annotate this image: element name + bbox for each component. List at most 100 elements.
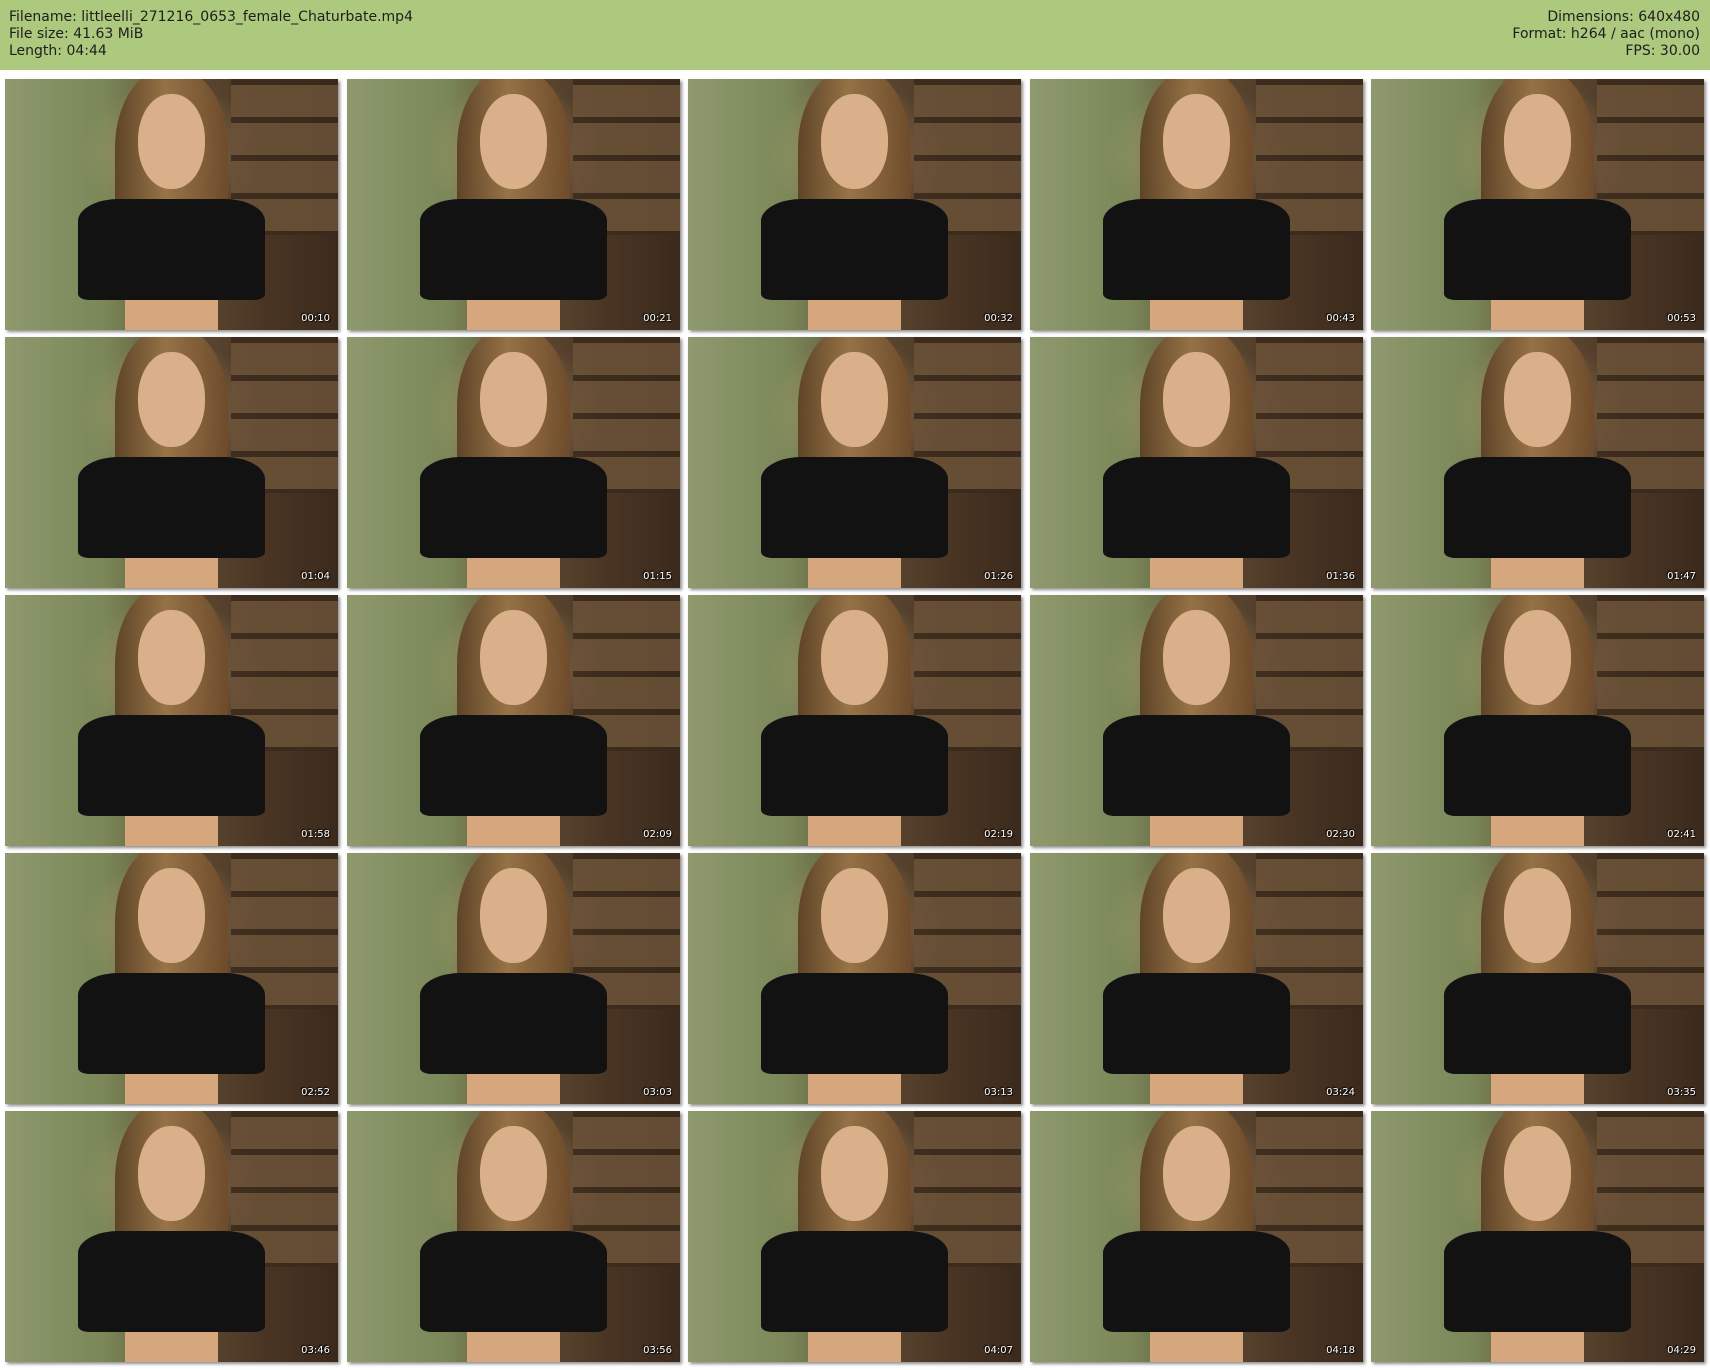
thumbnail-skin <box>124 815 219 846</box>
thumbnail-timestamp: 02:41 <box>1667 829 1696 840</box>
thumbnail-timestamp: 04:18 <box>1326 1345 1355 1356</box>
thumbnail-top <box>78 1231 265 1332</box>
thumbnail-skin <box>807 299 902 330</box>
thumbnail-top <box>1103 1231 1290 1332</box>
video-thumbnail: 00:10 <box>5 79 338 330</box>
video-thumbnail: 02:19 <box>688 595 1021 846</box>
video-thumbnail: 00:32 <box>688 79 1021 330</box>
thumbnail-skin <box>1490 299 1585 330</box>
thumbnail-skin <box>1149 1331 1244 1362</box>
thumbnail-face <box>138 610 205 706</box>
thumbnail-timestamp: 01:26 <box>984 571 1013 582</box>
video-thumbnail: 04:18 <box>1030 1111 1363 1362</box>
thumbnail-skin <box>466 1073 561 1104</box>
thumbnail-skin <box>1490 1331 1585 1362</box>
video-thumbnail: 01:58 <box>5 595 338 846</box>
thumbnail-skin <box>807 1331 902 1362</box>
thumbnail-face <box>138 1126 205 1222</box>
thumbnail-timestamp: 03:46 <box>301 1345 330 1356</box>
thumbnail-top <box>420 1231 607 1332</box>
thumbnail-skin <box>807 557 902 588</box>
fps-text: FPS: 30.00 <box>1625 43 1700 59</box>
thumbnail-timestamp: 01:58 <box>301 829 330 840</box>
thumbnail-face <box>480 352 547 448</box>
thumbnail-skin <box>124 1331 219 1362</box>
thumbnail-skin <box>807 815 902 846</box>
thumbnail-face <box>138 352 205 448</box>
thumbnail-top <box>1103 715 1290 816</box>
thumbnail-face <box>821 1126 888 1222</box>
video-thumbnail: 03:13 <box>688 853 1021 1104</box>
video-thumbnail: 00:43 <box>1030 79 1363 330</box>
thumbnail-top <box>761 1231 948 1332</box>
thumbnail-top <box>761 199 948 300</box>
thumbnail-timestamp: 01:36 <box>1326 571 1355 582</box>
thumbnail-face <box>1163 610 1230 706</box>
video-thumbnail: 03:24 <box>1030 853 1363 1104</box>
thumbnail-top <box>78 457 265 558</box>
thumbnail-skin <box>466 557 561 588</box>
thumbnail-face <box>1163 352 1230 448</box>
thumbnail-skin <box>124 1073 219 1104</box>
video-thumbnail: 00:53 <box>1371 79 1704 330</box>
video-thumbnail: 04:07 <box>688 1111 1021 1362</box>
thumbnail-grid: 00:10 00:21 00:32 00:43 00:53 01:04 01:15 01:26… <box>5 79 1706 1366</box>
thumbnail-top <box>420 973 607 1074</box>
thumbnail-timestamp: 03:03 <box>643 1087 672 1098</box>
thumbnail-skin <box>466 1331 561 1362</box>
thumbnail-face <box>480 94 547 190</box>
thumbnail-skin <box>1149 1073 1244 1104</box>
file-size-text: File size: 41.63 MiB <box>9 26 144 42</box>
thumbnail-face <box>138 94 205 190</box>
thumbnail-timestamp: 02:09 <box>643 829 672 840</box>
thumbnail-top <box>1444 457 1631 558</box>
thumbnail-skin <box>1490 815 1585 846</box>
video-thumbnail: 01:36 <box>1030 337 1363 588</box>
thumbnail-top <box>1103 973 1290 1074</box>
video-thumbnail: 02:52 <box>5 853 338 1104</box>
thumbnail-face <box>1504 610 1571 706</box>
thumbnail-timestamp: 00:10 <box>301 313 330 324</box>
video-thumbnail: 03:46 <box>5 1111 338 1362</box>
video-thumbnail: 03:35 <box>1371 853 1704 1104</box>
thumbnail-timestamp: 01:47 <box>1667 571 1696 582</box>
thumbnail-face <box>1504 1126 1571 1222</box>
thumbnail-face <box>1504 352 1571 448</box>
thumbnail-face <box>821 868 888 964</box>
thumbnail-face <box>821 610 888 706</box>
thumbnail-skin <box>124 557 219 588</box>
thumbnail-timestamp: 02:19 <box>984 829 1013 840</box>
video-thumbnail: 01:26 <box>688 337 1021 588</box>
thumbnail-face <box>1163 868 1230 964</box>
video-thumbnail: 02:09 <box>347 595 680 846</box>
thumbnail-top <box>1444 199 1631 300</box>
thumbnail-timestamp: 01:15 <box>643 571 672 582</box>
thumbnail-face <box>821 94 888 190</box>
meta-left: Filename: littleelli_271216_0653_female_… <box>9 9 413 60</box>
thumbnail-timestamp: 03:56 <box>643 1345 672 1356</box>
thumbnail-face <box>821 352 888 448</box>
thumbnail-timestamp: 04:29 <box>1667 1345 1696 1356</box>
video-thumbnail: 01:15 <box>347 337 680 588</box>
thumbnail-top <box>420 199 607 300</box>
thumbnail-skin <box>466 815 561 846</box>
thumbnail-skin <box>124 299 219 330</box>
thumbnail-top <box>78 973 265 1074</box>
video-thumbnail: 00:21 <box>347 79 680 330</box>
thumbnail-top <box>1103 457 1290 558</box>
thumbnail-skin <box>1490 1073 1585 1104</box>
thumbnail-timestamp: 01:04 <box>301 571 330 582</box>
thumbnail-timestamp: 03:13 <box>984 1087 1013 1098</box>
thumbnail-top <box>761 457 948 558</box>
thumbnail-top <box>78 199 265 300</box>
thumbnail-face <box>1163 1126 1230 1222</box>
filename-text: Filename: littleelli_271216_0653_female_… <box>9 9 413 25</box>
video-thumbnail: 01:47 <box>1371 337 1704 588</box>
thumbnail-top <box>1444 973 1631 1074</box>
thumbnail-face <box>480 1126 547 1222</box>
thumbnail-face <box>1504 868 1571 964</box>
thumbnail-top <box>78 715 265 816</box>
video-thumbnail: 02:30 <box>1030 595 1363 846</box>
thumbnail-timestamp: 03:35 <box>1667 1087 1696 1098</box>
thumbnail-timestamp: 00:32 <box>984 313 1013 324</box>
